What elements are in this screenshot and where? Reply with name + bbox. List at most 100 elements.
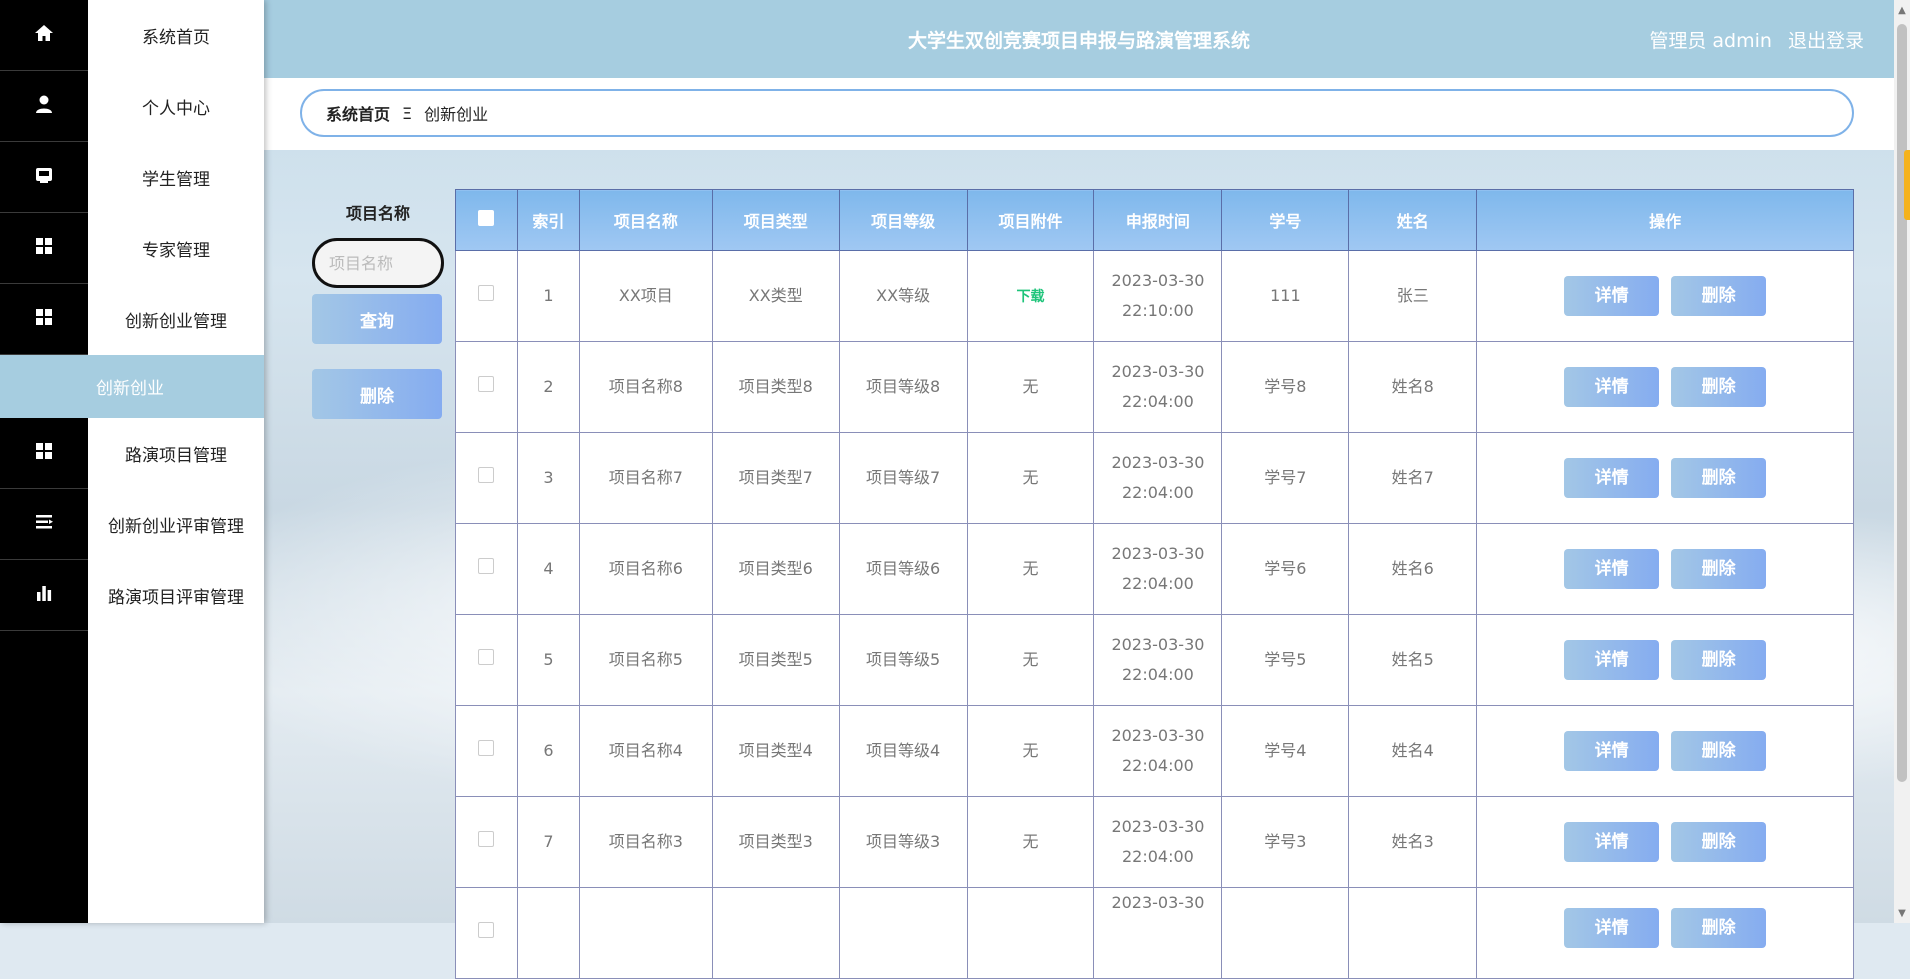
cell-actions: 详情 删除	[1476, 432, 1854, 524]
row-checkbox[interactable]	[478, 558, 495, 574]
detail-button[interactable]: 详情	[1564, 640, 1660, 680]
cell-date: 2023-03-30	[1111, 544, 1205, 563]
breadcrumb-home[interactable]: 系统首页	[326, 101, 390, 125]
table-row: 2 项目名称8 项目类型8 项目等级8 无 2023-03-30 22:04:00…	[455, 341, 1854, 433]
row-checkbox[interactable]	[478, 467, 495, 483]
column-header: 操作	[1476, 189, 1854, 251]
detail-button[interactable]: 详情	[1564, 367, 1660, 407]
cell-actions: 详情 删除	[1476, 341, 1854, 433]
cell-name: XX项目	[578, 250, 713, 342]
delete-button[interactable]: 删除	[1671, 908, 1767, 948]
sidebar-item-innovation-review[interactable]: 创新创业评审管理	[0, 489, 264, 560]
detail-button[interactable]: 详情	[1564, 276, 1660, 316]
search-panel: 项目名称 查询 删除	[312, 200, 444, 419]
cell-date: 2023-03-30	[1111, 893, 1205, 912]
sidebar-item-label: 路演项目评审管理	[108, 588, 244, 608]
logout-link[interactable]: 退出登录	[1788, 30, 1864, 52]
cell-student-id: 学号7	[1221, 432, 1350, 524]
cell-level: 项目等级6	[838, 523, 968, 615]
cell-date: 2023-03-30	[1111, 362, 1205, 381]
scrollbar-thumb[interactable]	[1897, 24, 1907, 782]
page-scrollbar[interactable]: ▲ ▼	[1894, 0, 1910, 923]
detail-button[interactable]: 详情	[1564, 458, 1660, 498]
cell-student-name: 姓名3	[1348, 796, 1478, 888]
scroll-up-arrow-icon[interactable]: ▲	[1894, 2, 1910, 18]
home-icon	[34, 23, 54, 47]
column-header: 姓名	[1348, 189, 1478, 251]
sidebar-subitem-innovation[interactable]: 创新创业	[0, 355, 264, 418]
query-button[interactable]: 查询	[312, 294, 442, 344]
detail-button[interactable]: 详情	[1564, 908, 1660, 948]
side-tab-handle[interactable]	[1904, 150, 1910, 220]
delete-button[interactable]: 删除	[1671, 549, 1767, 589]
row-checkbox[interactable]	[478, 285, 495, 301]
list-icon	[34, 512, 54, 536]
row-checkbox[interactable]	[478, 831, 495, 847]
top-bar: 大学生双创竞赛项目申报与路演管理系统 管理员 admin 退出登录	[264, 0, 1894, 78]
select-all-checkbox[interactable]	[478, 210, 495, 226]
detail-button[interactable]: 详情	[1564, 822, 1660, 862]
batch-delete-button[interactable]: 删除	[312, 369, 442, 419]
detail-button[interactable]: 详情	[1564, 731, 1660, 771]
cell-student-name: 姓名7	[1348, 432, 1478, 524]
cell-index: 5	[516, 614, 580, 706]
cell-type: 项目类型7	[711, 432, 840, 524]
sidebar-item-students[interactable]: 学生管理	[0, 142, 264, 213]
sidebar: 系统首页 个人中心 学生管理 专家管理 创新创业管理 创新创业 路演项目管理 创…	[0, 0, 264, 923]
cell-student-id: 学号3	[1221, 796, 1350, 888]
sidebar-item-innovation[interactable]: 创新创业管理	[0, 284, 264, 355]
row-checkbox[interactable]	[478, 922, 495, 938]
cell-name: 项目名称7	[578, 432, 713, 524]
project-name-input[interactable]	[312, 238, 444, 288]
cell-date: 2023-03-30	[1111, 271, 1205, 290]
cell-type	[711, 887, 840, 979]
sidebar-item-label: 学生管理	[142, 170, 210, 190]
download-link[interactable]: 下载	[1017, 289, 1045, 305]
cell-file: 无	[966, 705, 1095, 797]
row-checkbox[interactable]	[478, 376, 495, 392]
sidebar-item-experts[interactable]: 专家管理	[0, 213, 264, 284]
user-area: 管理员 admin 退出登录	[1639, 26, 1864, 53]
delete-button[interactable]: 删除	[1671, 276, 1767, 316]
cell-file: 无	[966, 432, 1095, 524]
cell-actions: 详情 删除	[1476, 796, 1854, 888]
cell-student-name	[1348, 887, 1478, 979]
delete-button[interactable]: 删除	[1671, 367, 1767, 407]
row-checkbox[interactable]	[478, 649, 495, 665]
column-header: 项目名称	[578, 189, 713, 251]
delete-button[interactable]: 删除	[1671, 458, 1767, 498]
cell-level: XX等级	[838, 250, 968, 342]
cell-time: 22:04:00	[1122, 756, 1194, 775]
delete-button[interactable]: 删除	[1671, 640, 1767, 680]
cell-student-id: 学号6	[1221, 523, 1350, 615]
cell-datetime: 2023-03-30 22:04:00	[1093, 705, 1223, 797]
scroll-down-arrow-icon[interactable]: ▼	[1894, 905, 1910, 921]
cell-index: 7	[516, 796, 580, 888]
cell-type: 项目类型5	[711, 614, 840, 706]
breadcrumb-current: 创新创业	[424, 105, 489, 124]
detail-button[interactable]: 详情	[1564, 549, 1660, 589]
cell-level: 项目等级8	[838, 341, 968, 433]
cell-index: 2	[516, 341, 580, 433]
sidebar-item-profile[interactable]: 个人中心	[0, 71, 264, 142]
sidebar-item-home[interactable]: 系统首页	[0, 0, 264, 71]
table-row: 2023-03-30 详情 删除	[455, 887, 1854, 979]
row-checkbox[interactable]	[478, 740, 495, 756]
cell-datetime: 2023-03-30 22:04:00	[1093, 523, 1223, 615]
cell-datetime: 2023-03-30 22:04:00	[1093, 341, 1223, 433]
sidebar-item-label: 路演项目管理	[125, 446, 227, 466]
sidebar-item-roadshow-review[interactable]: 路演项目评审管理	[0, 560, 264, 631]
cell-time: 22:04:00	[1122, 847, 1194, 866]
table-header-row: 索引 项目名称 项目类型 项目等级 项目附件 申报时间 学号 姓名 操作	[455, 189, 1854, 251]
sidebar-item-roadshow[interactable]: 路演项目管理	[0, 418, 264, 489]
delete-button[interactable]: 删除	[1671, 822, 1767, 862]
cell-file: 无	[966, 796, 1095, 888]
column-header: 项目附件	[966, 189, 1095, 251]
grid-icon	[34, 441, 54, 465]
cell-student-name: 姓名4	[1348, 705, 1478, 797]
column-header: 学号	[1221, 189, 1350, 251]
delete-button[interactable]: 删除	[1671, 731, 1767, 771]
cell-time: 22:04:00	[1122, 392, 1194, 411]
cell-actions: 详情 删除	[1476, 887, 1854, 979]
cell-student-name: 张三	[1348, 250, 1478, 342]
